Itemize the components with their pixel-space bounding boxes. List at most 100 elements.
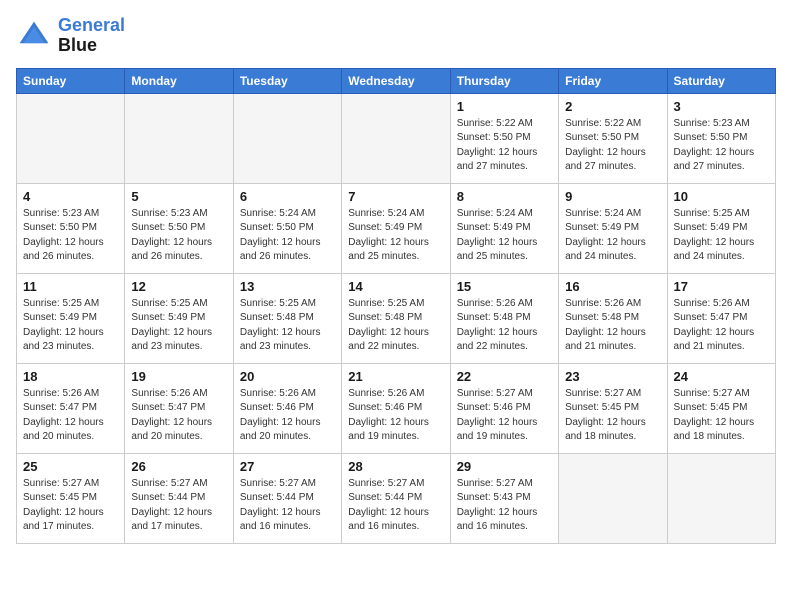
calendar-cell: 24 Sunrise: 5:27 AMSunset: 5:45 PMDayligh…: [667, 363, 775, 453]
weekday-header-row: SundayMondayTuesdayWednesdayThursdayFrid…: [17, 68, 776, 93]
page-header: GeneralBlue: [16, 16, 776, 56]
calendar-cell: 10 Sunrise: 5:25 AMSunset: 5:49 PMDayligh…: [667, 183, 775, 273]
day-number: 19: [131, 369, 226, 384]
day-number: 7: [348, 189, 443, 204]
day-info: Sunrise: 5:26 AMSunset: 5:48 PMDaylight:…: [457, 297, 552, 355]
day-number: 24: [674, 369, 769, 384]
calendar-cell: 22 Sunrise: 5:27 AMSunset: 5:46 PMDayligh…: [450, 363, 558, 453]
weekday-header-sunday: Sunday: [17, 68, 125, 93]
week-row-2: 4 Sunrise: 5:23 AMSunset: 5:50 PMDaylight…: [17, 183, 776, 273]
weekday-header-saturday: Saturday: [667, 68, 775, 93]
day-number: 13: [240, 279, 335, 294]
weekday-header-wednesday: Wednesday: [342, 68, 450, 93]
calendar-cell: 7 Sunrise: 5:24 AMSunset: 5:49 PMDaylight…: [342, 183, 450, 273]
calendar-cell: 23 Sunrise: 5:27 AMSunset: 5:45 PMDayligh…: [559, 363, 667, 453]
weekday-header-tuesday: Tuesday: [233, 68, 341, 93]
calendar-cell: 3Sunrise: 5:23 AMSunset: 5:50 PMDaylight…: [667, 93, 775, 183]
calendar-cell: 12 Sunrise: 5:25 AMSunset: 5:49 PMDayligh…: [125, 273, 233, 363]
week-row-1: 1 Sunrise: 5:22 AMSunset: 5:50 PMDaylight…: [17, 93, 776, 183]
calendar-cell: 4 Sunrise: 5:23 AMSunset: 5:50 PMDaylight…: [17, 183, 125, 273]
day-number: 8: [457, 189, 552, 204]
day-number: 17: [674, 279, 769, 294]
calendar-cell: 19 Sunrise: 5:26 AMSunset: 5:47 PMDayligh…: [125, 363, 233, 453]
calendar-cell: 25 Sunrise: 5:27 AMSunset: 5:45 PMDayligh…: [17, 453, 125, 543]
day-number: 22: [457, 369, 552, 384]
day-info: Sunrise: 5:24 AMSunset: 5:49 PMDaylight:…: [457, 207, 552, 265]
day-info: Sunrise: 5:27 AMSunset: 5:44 PMDaylight:…: [131, 477, 226, 535]
day-info: Sunrise: 5:24 AMSunset: 5:49 PMDaylight:…: [348, 207, 443, 265]
calendar-cell: 26 Sunrise: 5:27 AMSunset: 5:44 PMDayligh…: [125, 453, 233, 543]
day-info: Sunrise: 5:24 AMSunset: 5:50 PMDaylight:…: [240, 207, 335, 265]
calendar-cell: [125, 93, 233, 183]
day-info: Sunrise: 5:23 AMSunset: 5:50 PMDaylight:…: [131, 207, 226, 265]
week-row-5: 25 Sunrise: 5:27 AMSunset: 5:45 PMDayligh…: [17, 453, 776, 543]
day-info: Sunrise: 5:23 AMSunset: 5:50 PMDaylight:…: [23, 207, 118, 265]
calendar-cell: 18 Sunrise: 5:26 AMSunset: 5:47 PMDayligh…: [17, 363, 125, 453]
day-info: Sunrise: 5:26 AMSunset: 5:47 PMDaylight:…: [131, 387, 226, 445]
day-info: Sunrise: 5:27 AMSunset: 5:44 PMDaylight:…: [348, 477, 443, 535]
day-info: Sunrise: 5:27 AMSunset: 5:46 PMDaylight:…: [457, 387, 552, 445]
day-number: 9: [565, 189, 660, 204]
calendar-cell: 20 Sunrise: 5:26 AMSunset: 5:46 PMDayligh…: [233, 363, 341, 453]
calendar-cell: 27 Sunrise: 5:27 AMSunset: 5:44 PMDayligh…: [233, 453, 341, 543]
day-info: Sunrise: 5:24 AMSunset: 5:49 PMDaylight:…: [565, 207, 660, 265]
day-number: 29: [457, 459, 552, 474]
calendar-cell: 9 Sunrise: 5:24 AMSunset: 5:49 PMDaylight…: [559, 183, 667, 273]
calendar-cell: 1 Sunrise: 5:22 AMSunset: 5:50 PMDaylight…: [450, 93, 558, 183]
weekday-header-monday: Monday: [125, 68, 233, 93]
day-info: Sunrise: 5:25 AMSunset: 5:49 PMDaylight:…: [23, 297, 118, 355]
week-row-3: 11 Sunrise: 5:25 AMSunset: 5:49 PMDayligh…: [17, 273, 776, 363]
week-row-4: 18 Sunrise: 5:26 AMSunset: 5:47 PMDayligh…: [17, 363, 776, 453]
day-info: Sunrise: 5:22 AMSunset: 5:50 PMDaylight:…: [457, 117, 552, 175]
day-info: Sunrise: 5:27 AMSunset: 5:45 PMDaylight:…: [674, 387, 769, 445]
calendar-cell: 11 Sunrise: 5:25 AMSunset: 5:49 PMDayligh…: [17, 273, 125, 363]
weekday-header-thursday: Thursday: [450, 68, 558, 93]
day-info: Sunrise: 5:26 AMSunset: 5:47 PMDaylight:…: [23, 387, 118, 445]
day-info: Sunrise: 5:27 AMSunset: 5:43 PMDaylight:…: [457, 477, 552, 535]
calendar-cell: 15Sunrise: 5:26 AMSunset: 5:48 PMDayligh…: [450, 273, 558, 363]
logo-text: GeneralBlue: [58, 16, 125, 56]
day-info: Sunrise: 5:27 AMSunset: 5:45 PMDaylight:…: [23, 477, 118, 535]
day-number: 3: [674, 99, 769, 114]
calendar-cell: [342, 93, 450, 183]
day-number: 20: [240, 369, 335, 384]
day-number: 18: [23, 369, 118, 384]
day-number: 2: [565, 99, 660, 114]
day-number: 25: [23, 459, 118, 474]
day-info: Sunrise: 5:25 AMSunset: 5:49 PMDaylight:…: [131, 297, 226, 355]
day-number: 27: [240, 459, 335, 474]
day-number: 10: [674, 189, 769, 204]
day-number: 1: [457, 99, 552, 114]
calendar-cell: 21Sunrise: 5:26 AMSunset: 5:46 PMDayligh…: [342, 363, 450, 453]
logo-icon: [16, 18, 52, 54]
calendar-cell: 29 Sunrise: 5:27 AMSunset: 5:43 PMDayligh…: [450, 453, 558, 543]
calendar-cell: 13 Sunrise: 5:25 AMSunset: 5:48 PMDayligh…: [233, 273, 341, 363]
day-info: Sunrise: 5:27 AMSunset: 5:45 PMDaylight:…: [565, 387, 660, 445]
calendar-cell: 5 Sunrise: 5:23 AMSunset: 5:50 PMDaylight…: [125, 183, 233, 273]
day-number: 12: [131, 279, 226, 294]
calendar-cell: [233, 93, 341, 183]
day-info: Sunrise: 5:27 AMSunset: 5:44 PMDaylight:…: [240, 477, 335, 535]
calendar-cell: [667, 453, 775, 543]
calendar-cell: 14Sunrise: 5:25 AMSunset: 5:48 PMDayligh…: [342, 273, 450, 363]
day-info: Sunrise: 5:22 AMSunset: 5:50 PMDaylight:…: [565, 117, 660, 175]
day-info: Sunrise: 5:26 AMSunset: 5:46 PMDaylight:…: [240, 387, 335, 445]
calendar-cell: 16Sunrise: 5:26 AMSunset: 5:48 PMDayligh…: [559, 273, 667, 363]
day-info: Sunrise: 5:25 AMSunset: 5:48 PMDaylight:…: [240, 297, 335, 355]
day-number: 14: [348, 279, 443, 294]
calendar-cell: [559, 453, 667, 543]
calendar-cell: 6Sunrise: 5:24 AMSunset: 5:50 PMDaylight…: [233, 183, 341, 273]
calendar-cell: 8 Sunrise: 5:24 AMSunset: 5:49 PMDaylight…: [450, 183, 558, 273]
calendar-cell: [17, 93, 125, 183]
day-number: 5: [131, 189, 226, 204]
day-info: Sunrise: 5:26 AMSunset: 5:48 PMDaylight:…: [565, 297, 660, 355]
day-info: Sunrise: 5:26 AMSunset: 5:47 PMDaylight:…: [674, 297, 769, 355]
day-number: 26: [131, 459, 226, 474]
day-number: 11: [23, 279, 118, 294]
day-info: Sunrise: 5:25 AMSunset: 5:49 PMDaylight:…: [674, 207, 769, 265]
day-number: 4: [23, 189, 118, 204]
calendar-cell: 17 Sunrise: 5:26 AMSunset: 5:47 PMDayligh…: [667, 273, 775, 363]
weekday-header-friday: Friday: [559, 68, 667, 93]
day-number: 21: [348, 369, 443, 384]
day-number: 23: [565, 369, 660, 384]
